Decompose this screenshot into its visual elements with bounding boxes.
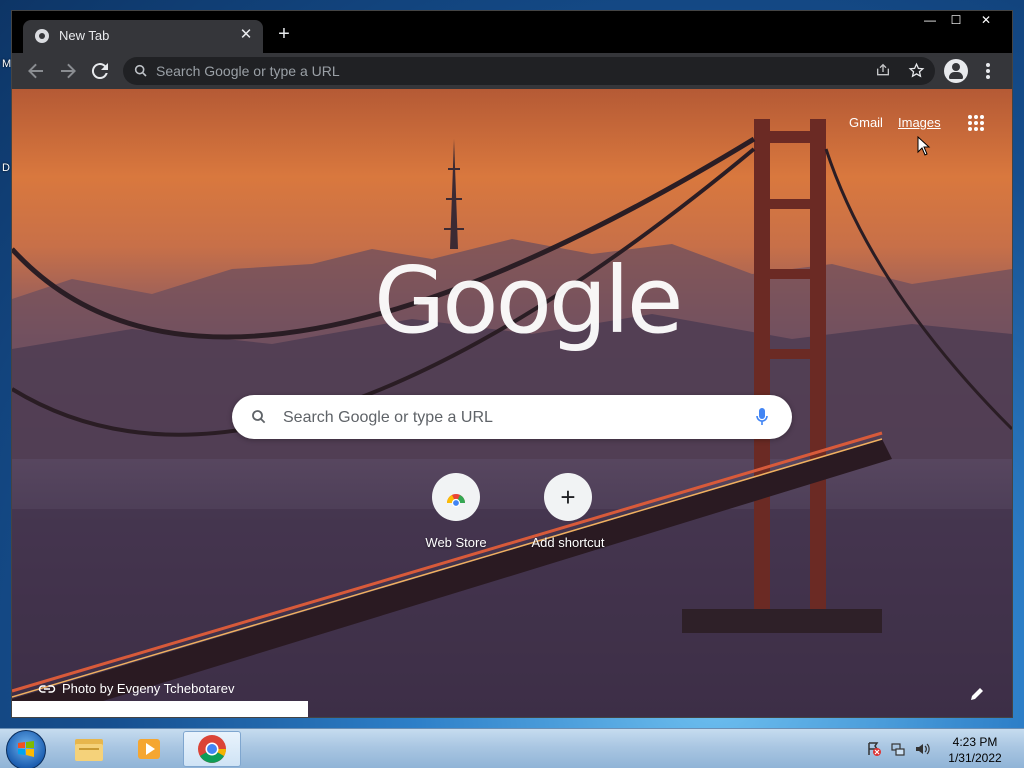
tab-new-tab[interactable]: New Tab ✕ [23, 20, 263, 53]
clock-date: 1/31/2022 [948, 751, 1002, 765]
shortcut-add[interactable]: + Add shortcut [512, 473, 624, 557]
images-link[interactable]: Images [898, 115, 941, 130]
new-tab-button[interactable]: + [274, 24, 294, 46]
windows-logo-icon [18, 741, 34, 757]
search-icon [252, 410, 266, 424]
gmail-link[interactable]: Gmail [849, 115, 883, 130]
volume-icon[interactable] [914, 741, 930, 757]
bookmark-star-icon[interactable] [907, 62, 925, 80]
taskbar: 4:23 PM 1/31/2022 [0, 728, 1024, 768]
close-window-button[interactable]: ✕ [968, 11, 1004, 29]
clock-time: 4:23 PM [952, 735, 998, 749]
taskbar-media-player[interactable] [121, 731, 179, 767]
desktop-icon-label-partial[interactable]: M [2, 58, 11, 70]
back-button[interactable] [24, 59, 48, 83]
reload-button[interactable] [88, 59, 112, 83]
photo-credit-text: Photo by Evgeny Tchebotarev [62, 681, 235, 696]
search-placeholder: Search Google or type a URL [283, 409, 493, 426]
chrome-icon [198, 735, 226, 763]
ntp-search-box[interactable]: Search Google or type a URL [232, 395, 792, 439]
menu-icon[interactable] [978, 59, 998, 83]
desktop-icon-label-partial[interactable]: D [2, 162, 10, 174]
chrome-favicon-icon [35, 29, 49, 43]
network-icon[interactable] [890, 741, 906, 757]
minimize-button[interactable]: — [916, 11, 944, 29]
maximize-button[interactable]: ☐ [942, 11, 970, 29]
chrome-web-store-icon [432, 473, 480, 521]
toolbar: Search Google or type a URL [12, 53, 1012, 89]
profile-avatar-icon[interactable] [944, 59, 968, 83]
taskbar-chrome[interactable] [183, 731, 241, 767]
taskbar-explorer[interactable] [60, 731, 118, 767]
tab-close-icon[interactable]: ✕ [237, 25, 255, 45]
forward-arrow-icon [61, 63, 76, 79]
google-apps-icon[interactable] [967, 114, 985, 132]
plus-icon: + [544, 473, 592, 521]
action-center-flag-icon[interactable] [866, 741, 882, 757]
title-bar: New Tab ✕ + — ☐ ✕ [12, 11, 1012, 53]
reload-icon [91, 63, 108, 80]
system-clock[interactable]: 4:23 PM 1/31/2022 [940, 734, 1010, 766]
tab-title: New Tab [59, 28, 110, 43]
chrome-window: New Tab ✕ + — ☐ ✕ Search Google or type … [11, 10, 1013, 718]
media-player-icon [138, 739, 160, 759]
microphone-icon[interactable] [755, 407, 769, 427]
mouse-cursor-icon [917, 136, 931, 156]
shortcut-web-store[interactable]: Web Store [400, 473, 512, 557]
share-icon[interactable] [874, 62, 892, 80]
shortcut-label: Add shortcut [531, 535, 605, 550]
omnibox-placeholder: Search Google or type a URL [156, 63, 340, 79]
back-arrow-icon [28, 63, 43, 79]
link-icon [38, 685, 56, 693]
search-icon [134, 64, 147, 77]
start-button[interactable] [6, 730, 46, 768]
customize-pencil-icon[interactable] [969, 686, 985, 702]
shortcut-label: Web Store [425, 535, 487, 550]
blank-overlay [12, 701, 308, 717]
file-explorer-icon [75, 739, 103, 761]
google-logo: Google [374, 247, 683, 354]
omnibox[interactable]: Search Google or type a URL [123, 57, 935, 85]
forward-button[interactable] [56, 59, 80, 83]
new-tab-page: Gmail Images Google Search Google or typ… [12, 89, 1012, 717]
